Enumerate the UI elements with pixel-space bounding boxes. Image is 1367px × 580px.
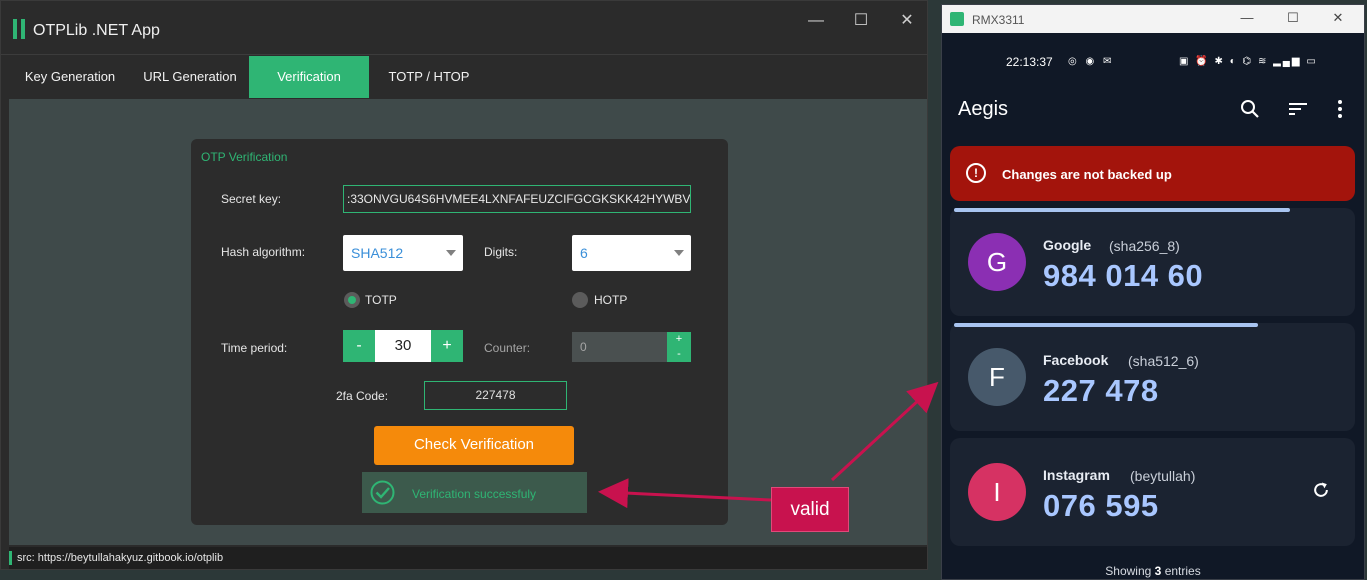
verification-result: Verification successfuly	[362, 472, 587, 513]
hotp-label: HOTP	[594, 293, 628, 307]
digits-value: 6	[580, 245, 588, 261]
status-text: src: https://beytullahakyuz.gitbook.io/o…	[17, 552, 224, 564]
phone-title-bar: RMX3311 — ☐ ✕	[942, 5, 1364, 33]
status-bar: src: https://beytullahakyuz.gitbook.io/o…	[9, 547, 927, 569]
totp-label: TOTP	[365, 293, 397, 307]
entry-issuer: Google	[1043, 237, 1092, 253]
minimize-icon[interactable]: —	[804, 11, 828, 31]
close-icon[interactable]: ✕	[895, 11, 919, 31]
tab-url-generation[interactable]: URL Generation	[131, 56, 249, 98]
code-input[interactable]: 227478	[424, 381, 567, 410]
digits-select[interactable]: 6	[572, 235, 691, 271]
app-title: OTPLib .NET App	[33, 22, 160, 39]
backup-alert-text: Changes are not backed up	[1002, 167, 1172, 182]
secret-key-label: Secret key:	[221, 192, 282, 206]
secret-key-input[interactable]: :33ONVGU64S6HVMEE4LXNFAFEUZCIFGCGKSKK42H…	[343, 185, 691, 213]
counter-increment-button[interactable]: +	[667, 332, 691, 347]
notification-icons: ◎ ◉ ✉	[1068, 56, 1115, 67]
backup-alert[interactable]: ! Changes are not backed up	[950, 146, 1355, 201]
otplib-window: OTPLib .NET App — ☐ ✕ Key Generation URL…	[0, 0, 928, 570]
code-label: 2fa Code:	[336, 389, 389, 403]
valid-annotation: valid	[771, 487, 849, 532]
entry-card[interactable]: F Facebook (sha512_6) 227 478	[950, 323, 1355, 431]
entry-code: 227 478	[1043, 373, 1159, 408]
status-time: 22:13:37	[1006, 55, 1053, 69]
entry-card[interactable]: I Instagram (beytullah) 076 595	[950, 438, 1355, 546]
counter-input[interactable]: 0	[572, 332, 667, 362]
check-verification-button[interactable]: Check Verification	[374, 426, 574, 465]
error-icon: !	[966, 163, 986, 183]
entry-progress-bar	[954, 323, 1258, 327]
time-period-label: Time period:	[221, 341, 288, 355]
tab-verification[interactable]: Verification	[249, 56, 369, 98]
status-indicator	[9, 551, 12, 565]
search-icon[interactable]	[1238, 97, 1262, 121]
scrcpy-app-icon	[950, 12, 964, 26]
entry-card[interactable]: G Google (sha256_8) 984 014 60	[950, 208, 1355, 316]
time-period-decrement-button[interactable]: -	[343, 330, 375, 362]
entry-code: 984 014 60	[1043, 258, 1204, 293]
title-bar: OTPLib .NET App — ☐ ✕	[1, 1, 927, 55]
system-status-icons: ▣ ⏰ ✱ ◐ ⌬ ≋ ▂▄▆ ▭	[1179, 56, 1318, 67]
entry-avatar: F	[968, 348, 1026, 406]
maximize-icon[interactable]: ☐	[1283, 10, 1303, 28]
footer-count: 3	[1154, 564, 1162, 578]
sort-icon[interactable]	[1286, 97, 1310, 121]
entry-avatar: I	[968, 463, 1026, 521]
entry-account: (beytullah)	[1130, 468, 1196, 484]
hash-algorithm-label: Hash algorithm:	[221, 245, 306, 259]
entry-issuer: Facebook	[1043, 352, 1109, 368]
footer-suffix: entries	[1164, 564, 1201, 578]
close-icon[interactable]: ✕	[1328, 10, 1348, 28]
time-period-input[interactable]: 30	[375, 330, 431, 362]
hash-algorithm-value: SHA512	[351, 245, 404, 261]
hash-algorithm-select[interactable]: SHA512	[343, 235, 463, 271]
phone-window-title: RMX3311	[972, 13, 1025, 27]
hotp-radio[interactable]	[572, 292, 588, 308]
entry-progress-bar	[954, 208, 1291, 212]
maximize-icon[interactable]: ☐	[849, 11, 873, 31]
more-vert-icon[interactable]	[1328, 97, 1352, 121]
panel-title: OTP Verification	[201, 150, 288, 164]
counter-decrement-button[interactable]: -	[667, 347, 691, 362]
entry-avatar: G	[968, 233, 1026, 291]
footer-prefix: Showing	[1105, 564, 1152, 578]
minimize-icon[interactable]: —	[1237, 10, 1257, 28]
time-period-increment-button[interactable]: +	[431, 330, 463, 362]
totp-radio[interactable]	[344, 292, 360, 308]
tab-bar: Key Generation URL Generation Verificati…	[1, 56, 927, 98]
entry-code: 076 595	[1043, 488, 1159, 523]
verification-result-text: Verification successfuly	[412, 487, 537, 501]
check-circle-icon	[370, 480, 395, 505]
refresh-icon[interactable]	[1311, 480, 1331, 500]
counter-label: Counter:	[484, 341, 531, 355]
aegis-app-title: Aegis	[958, 98, 1009, 120]
chevron-down-icon	[674, 250, 684, 256]
counter-stepper: + -	[667, 332, 691, 362]
app-logo-icon	[13, 19, 26, 39]
tab-totp-htop[interactable]: TOTP / HTOP	[369, 56, 489, 98]
chevron-down-icon	[446, 250, 456, 256]
otp-verification-panel: OTP Verification Secret key: :33ONVGU64S…	[191, 139, 728, 525]
digits-label: Digits:	[484, 245, 518, 259]
entry-account: (sha512_6)	[1128, 353, 1199, 369]
entry-issuer: Instagram	[1043, 467, 1110, 483]
phone-mirror-window: RMX3311 — ☐ ✕ 22:13:37 ◎ ◉ ✉ ▣ ⏰ ✱ ◐ ⌬ ≋…	[941, 4, 1365, 580]
tab-key-generation[interactable]: Key Generation	[9, 56, 131, 98]
entry-account: (sha256_8)	[1109, 238, 1180, 254]
entries-footer: Showing 3 entries	[942, 564, 1364, 578]
